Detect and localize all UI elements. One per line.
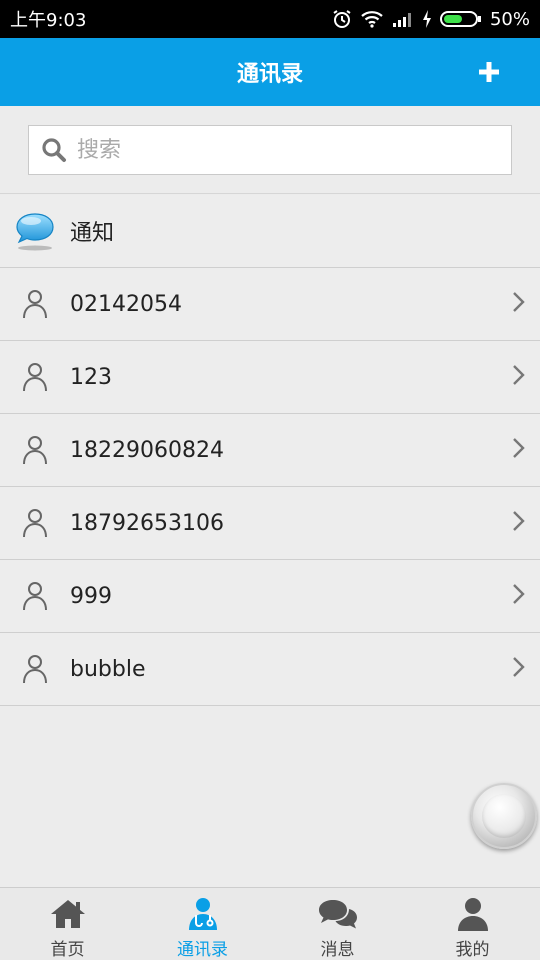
messages-icon <box>318 899 357 928</box>
contact-row[interactable]: 123 <box>0 341 540 414</box>
chevron-right-icon <box>512 583 526 609</box>
contact-row[interactable]: 999 <box>0 560 540 633</box>
status-bar: 上午9:03 50% <box>0 0 540 38</box>
nav-label-contacts: 通讯录 <box>177 940 228 960</box>
contacts-doctor-icon <box>188 897 217 930</box>
person-icon <box>23 509 47 538</box>
contact-name: 18229060824 <box>70 437 224 463</box>
home-icon <box>50 899 85 928</box>
nav-label-messages: 消息 <box>320 940 355 960</box>
search-area <box>0 106 540 194</box>
chevron-right-icon <box>512 291 526 317</box>
signal-icon <box>392 11 414 27</box>
chevron-right-icon <box>512 437 526 463</box>
battery-icon <box>439 10 482 28</box>
chevron-right-icon <box>512 364 526 390</box>
contact-name: bubble <box>70 656 146 682</box>
contact-row[interactable]: 18792653106 <box>0 487 540 560</box>
contact-row[interactable]: bubble <box>0 633 540 706</box>
page-title: 通讯录 <box>236 62 303 87</box>
person-icon <box>23 363 47 392</box>
status-time: 上午9:03 <box>10 10 87 31</box>
chat-bubble-icon <box>16 213 54 251</box>
nav-label-profile: 我的 <box>455 940 490 960</box>
charging-icon <box>422 10 432 28</box>
contact-name: 123 <box>70 364 112 390</box>
contact-name: 999 <box>70 583 112 609</box>
nav-item-profile[interactable]: 我的 <box>405 888 540 960</box>
person-icon <box>23 436 47 465</box>
nav-label-home: 首页 <box>50 940 85 960</box>
nav-item-messages[interactable]: 消息 <box>270 888 405 960</box>
contact-list: 通知 02142054 123 18229060824 18792653106 999 b… <box>0 195 540 706</box>
search-input[interactable] <box>77 137 477 163</box>
person-icon <box>23 582 47 611</box>
search-box[interactable] <box>28 125 512 175</box>
wifi-icon <box>360 10 384 28</box>
person-icon <box>23 290 47 319</box>
contact-row[interactable]: 02142054 <box>0 268 540 341</box>
contact-name: 18792653106 <box>70 510 224 536</box>
contact-name: 02142054 <box>70 291 182 317</box>
notice-row[interactable]: 通知 <box>0 195 540 268</box>
chevron-right-icon <box>512 656 526 682</box>
profile-icon <box>457 897 488 931</box>
app-header: 通讯录 <box>0 38 540 106</box>
battery-percent: 50% <box>489 8 530 30</box>
alarm-icon <box>332 9 352 29</box>
nav-item-contacts[interactable]: 通讯录 <box>135 888 270 960</box>
chevron-right-icon <box>512 510 526 536</box>
notice-label: 通知 <box>70 221 115 246</box>
plus-icon <box>479 62 499 82</box>
bottom-nav: 首页 通讯录 消息 我的 <box>0 887 540 960</box>
floating-assistant-button[interactable] <box>471 783 537 849</box>
contact-row[interactable]: 18229060824 <box>0 414 540 487</box>
person-icon <box>23 655 47 684</box>
nav-item-home[interactable]: 首页 <box>0 888 135 960</box>
search-icon <box>42 138 66 162</box>
add-button[interactable] <box>474 57 504 87</box>
